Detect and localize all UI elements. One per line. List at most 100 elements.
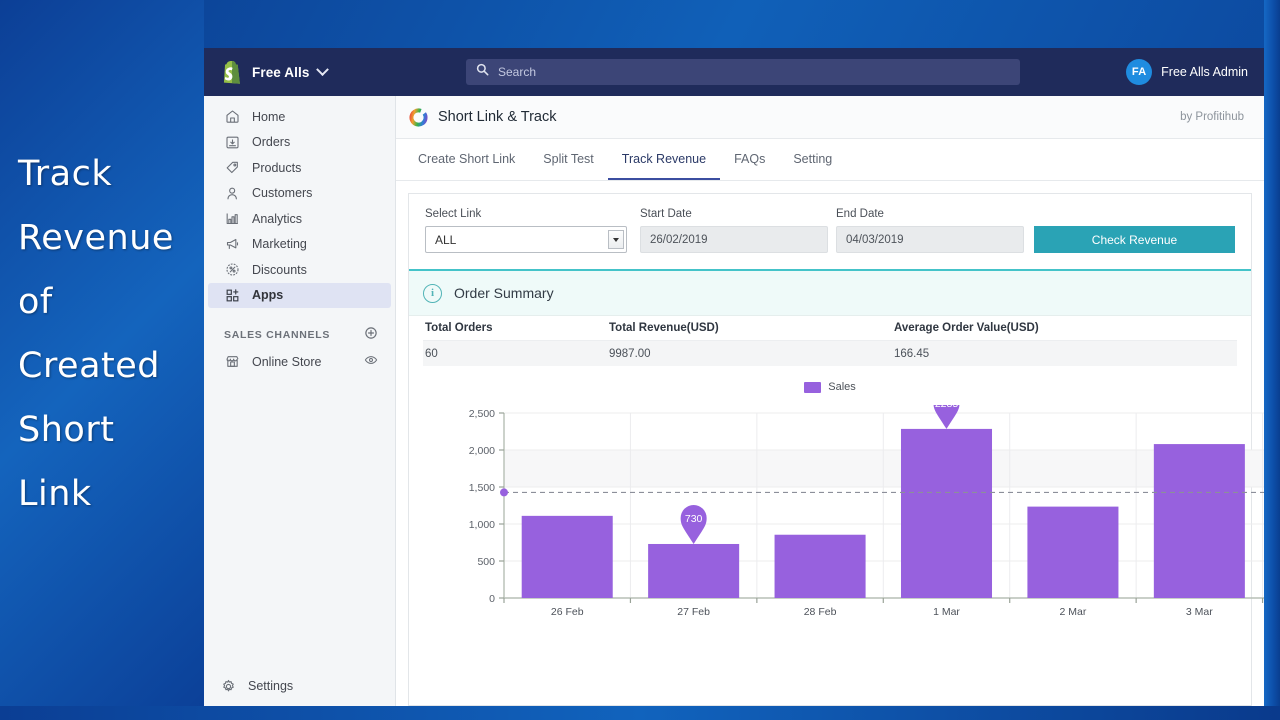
check-revenue-button[interactable]: Check Revenue <box>1034 226 1235 253</box>
sidebar-item-products[interactable]: Products <box>208 155 391 181</box>
end-date-label: End Date <box>836 208 884 220</box>
promo-line: Link <box>18 474 92 514</box>
caret-down-icon[interactable] <box>608 230 624 249</box>
shop-name: Free Alls <box>252 64 310 80</box>
table-row: 60 9987.00 166.45 <box>423 341 1237 366</box>
megaphone-icon <box>224 236 240 252</box>
sidebar-item-online-store[interactable]: Online Store <box>208 349 391 375</box>
sidebar-item-label: Orders <box>252 135 291 150</box>
main-content: Short Link & Track by Profitihub Create … <box>396 96 1264 706</box>
revenue-chart: Sales 0 500 1,000 1,500 2,000 2,500 26 Feb 27 F… <box>409 366 1264 620</box>
shop-switcher[interactable]: Free Alls <box>204 60 398 84</box>
desktop-right-edge <box>1264 0 1280 720</box>
svg-text:2285: 2285 <box>935 405 959 410</box>
sidebar-item-customers[interactable]: Customers <box>208 181 391 207</box>
desktop-bottom-edge <box>0 706 1280 720</box>
avatar: FA <box>1126 59 1153 85</box>
tab-track-revenue[interactable]: Track Revenue <box>607 139 721 180</box>
sidebar: Home Orders Products Customers Analytics… <box>204 96 396 706</box>
tab-setting[interactable]: Setting <box>779 139 846 180</box>
start-date-label: Start Date <box>640 208 692 220</box>
search-input[interactable]: Search <box>466 59 1020 85</box>
tab-bar: Create Short Link Split Test Track Reven… <box>396 139 1264 181</box>
revenue-card: Select Link ALL Start Date 26/02/2019 En… <box>408 193 1264 706</box>
svg-text:28 Feb: 28 Feb <box>804 606 837 618</box>
sidebar-item-label: Online Store <box>252 354 322 369</box>
table-header-row: Total Orders Total Revenue(USD) Average … <box>423 316 1237 341</box>
sidebar-item-label: Discounts <box>252 262 307 277</box>
svg-text:26 Feb: 26 Feb <box>551 606 584 618</box>
column-header-total-revenue: Total Revenue(USD) <box>609 322 719 334</box>
order-summary-title: Order Summary <box>454 285 554 301</box>
svg-text:1 Mar: 1 Mar <box>933 606 960 618</box>
home-icon <box>224 109 240 125</box>
percent-badge-icon <box>224 262 240 278</box>
sales-channels-header: SALES CHANNELS <box>204 308 395 349</box>
promo-line: Track <box>18 154 113 194</box>
select-link-value: ALL <box>435 232 457 247</box>
orders-inbox-icon <box>224 134 240 150</box>
select-link-dropdown[interactable]: ALL <box>425 226 627 253</box>
bar-chart-icon <box>224 211 240 227</box>
legend-label-sales: Sales <box>828 381 856 393</box>
sales-channels-label: SALES CHANNELS <box>224 328 331 341</box>
sidebar-item-apps[interactable]: Apps <box>208 282 391 308</box>
rainbow-ring-icon <box>408 107 429 128</box>
select-link-label: Select Link <box>425 208 482 220</box>
eye-icon[interactable] <box>364 353 391 370</box>
promo-line: of <box>18 282 53 322</box>
tab-faqs[interactable]: FAQs <box>720 139 779 180</box>
user-name: Free Alls Admin <box>1161 65 1248 79</box>
svg-text:730: 730 <box>685 513 703 525</box>
sidebar-item-label: Products <box>252 160 302 175</box>
sidebar-item-label: Analytics <box>252 211 303 226</box>
search-placeholder: Search <box>498 65 537 79</box>
sidebar-item-label: Marketing <box>252 237 307 252</box>
cell-average-order-value: 166.45 <box>894 347 930 360</box>
select-link-field: Select Link ALL <box>425 208 627 253</box>
column-header-total-orders: Total Orders <box>425 322 493 334</box>
tab-create-short-link[interactable]: Create Short Link <box>404 139 529 180</box>
svg-text:3 Mar: 3 Mar <box>1186 606 1213 618</box>
sidebar-item-settings[interactable]: Settings <box>204 678 395 694</box>
end-date-field: End Date 04/03/2019 <box>836 208 1024 253</box>
sidebar-item-label: Apps <box>252 288 284 303</box>
person-icon <box>224 185 240 201</box>
end-date-value: 04/03/2019 <box>846 233 904 246</box>
svg-text:0: 0 <box>489 593 495 605</box>
order-summary-banner: i Order Summary <box>409 271 1251 316</box>
svg-text:1,000: 1,000 <box>469 519 495 531</box>
plus-circle-icon[interactable] <box>364 326 378 343</box>
promo-line: Created <box>18 346 161 386</box>
chart-legend: Sales <box>409 378 1251 396</box>
sidebar-item-marketing[interactable]: Marketing <box>208 232 391 258</box>
application-window: Free Alls Search FA Free Alls Admin Home… <box>204 48 1264 706</box>
end-date-input[interactable]: 04/03/2019 <box>836 226 1024 253</box>
cell-total-revenue: 9987.00 <box>609 347 651 360</box>
svg-text:2,000: 2,000 <box>469 445 495 457</box>
promo-line: Short <box>18 410 115 450</box>
tag-icon <box>224 160 240 176</box>
promo-sidebar: Track Revenue of Created Short Link <box>0 0 204 720</box>
content-area: Select Link ALL Start Date 26/02/2019 En… <box>396 181 1264 706</box>
app-header: Short Link & Track by Profitihub <box>396 96 1264 139</box>
sidebar-item-home[interactable]: Home <box>208 104 391 130</box>
sidebar-item-analytics[interactable]: Analytics <box>208 206 391 232</box>
svg-text:500: 500 <box>477 556 495 568</box>
start-date-field: Start Date 26/02/2019 <box>640 208 828 253</box>
sidebar-item-label: Settings <box>248 679 294 693</box>
summary-table: Total Orders Total Revenue(USD) Average … <box>409 316 1251 366</box>
sidebar-item-discounts[interactable]: Discounts <box>208 257 391 283</box>
sidebar-item-label: Home <box>252 109 286 124</box>
start-date-input[interactable]: 26/02/2019 <box>640 226 828 253</box>
tab-split-test[interactable]: Split Test <box>529 139 608 180</box>
page-title: Short Link & Track <box>438 109 557 125</box>
chevron-down-icon <box>316 62 330 76</box>
info-circle-icon: i <box>423 283 442 303</box>
sidebar-item-orders[interactable]: Orders <box>208 130 391 156</box>
svg-text:2,500: 2,500 <box>469 408 495 420</box>
svg-text:1,500: 1,500 <box>469 482 495 494</box>
chart-plot-area: 0 500 1,000 1,500 2,000 2,500 26 Feb 27 Feb 28 F… <box>409 405 1264 620</box>
user-menu[interactable]: FA Free Alls Admin <box>1126 48 1248 96</box>
column-header-average-order-value: Average Order Value(USD) <box>894 322 1039 334</box>
